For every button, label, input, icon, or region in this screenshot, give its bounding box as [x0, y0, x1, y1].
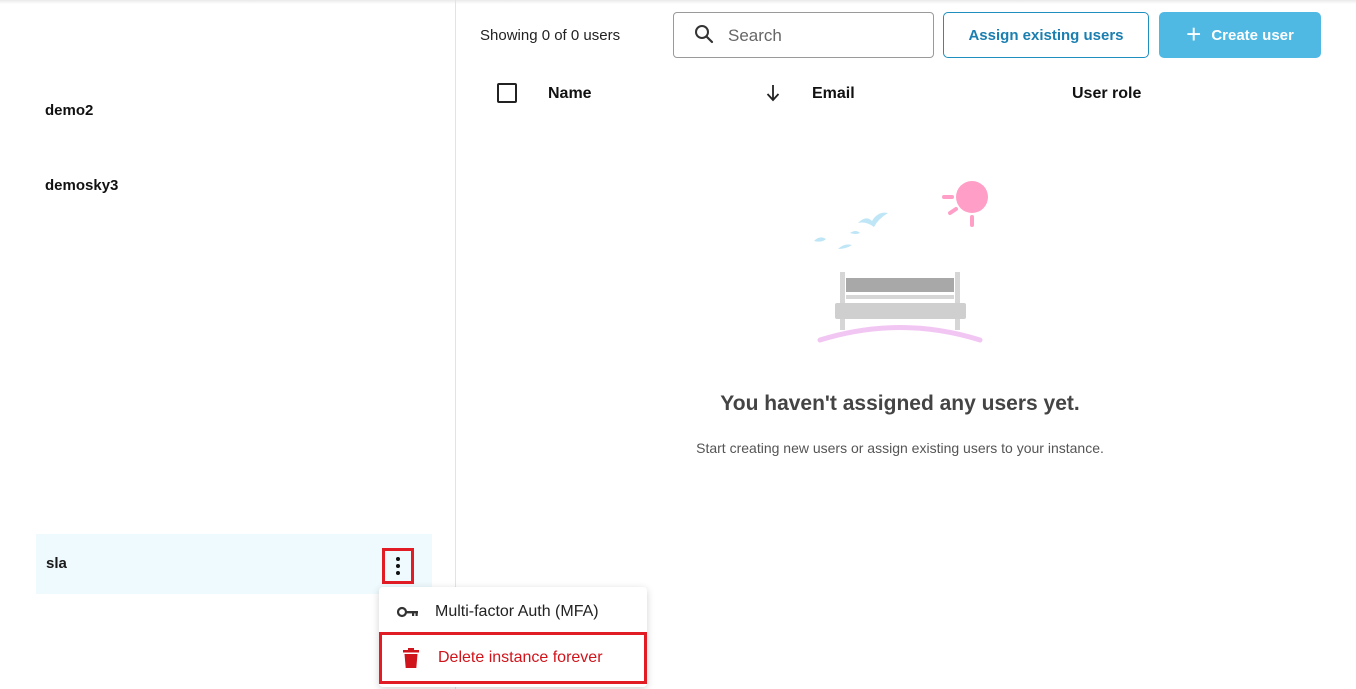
- kebab-dot-icon: [396, 571, 400, 575]
- kebab-dot-icon: [396, 557, 400, 561]
- kebab-dot-icon: [396, 564, 400, 568]
- empty-state-title: You haven't assigned any users yet.: [720, 392, 1080, 415]
- menu-item-delete-instance[interactable]: Delete instance forever: [379, 632, 647, 684]
- empty-state-subtitle: Start creating new users or assign exist…: [696, 440, 1104, 456]
- instance-label: sla: [46, 555, 67, 572]
- select-all-checkbox[interactable]: [497, 83, 517, 103]
- key-icon: [397, 606, 419, 618]
- more-options-button[interactable]: [382, 548, 414, 584]
- assign-existing-users-button[interactable]: Assign existing users: [943, 12, 1149, 58]
- search-box[interactable]: [673, 12, 934, 58]
- sort-descending-icon[interactable]: [766, 84, 780, 112]
- menu-item-mfa[interactable]: Multi-factor Auth (MFA): [379, 588, 647, 636]
- column-header-user-role[interactable]: User role: [1072, 85, 1141, 113]
- column-header-email[interactable]: Email: [812, 85, 855, 113]
- instance-item-demosky3[interactable]: demosky3: [45, 177, 118, 194]
- instance-sidebar: demo2 demosky3 sla: [0, 0, 456, 689]
- plus-icon: +: [1186, 19, 1202, 49]
- instance-item-sla[interactable]: sla: [36, 534, 432, 594]
- user-count: Showing 0 of 0 users: [480, 27, 621, 44]
- instance-context-menu: Multi-factor Auth (MFA) Delete instance …: [379, 587, 647, 687]
- menu-item-label: Multi-factor Auth (MFA): [435, 603, 599, 620]
- empty-state-illustration: [814, 181, 988, 343]
- search-icon: [694, 24, 714, 49]
- create-user-button[interactable]: + Create user: [1159, 12, 1321, 58]
- trash-icon: [400, 648, 422, 668]
- search-input[interactable]: [726, 22, 920, 50]
- menu-item-label: Delete instance forever: [438, 649, 603, 666]
- instance-item-demo2[interactable]: demo2: [45, 102, 93, 119]
- create-user-label: Create user: [1211, 26, 1294, 44]
- column-header-name[interactable]: Name: [548, 85, 592, 113]
